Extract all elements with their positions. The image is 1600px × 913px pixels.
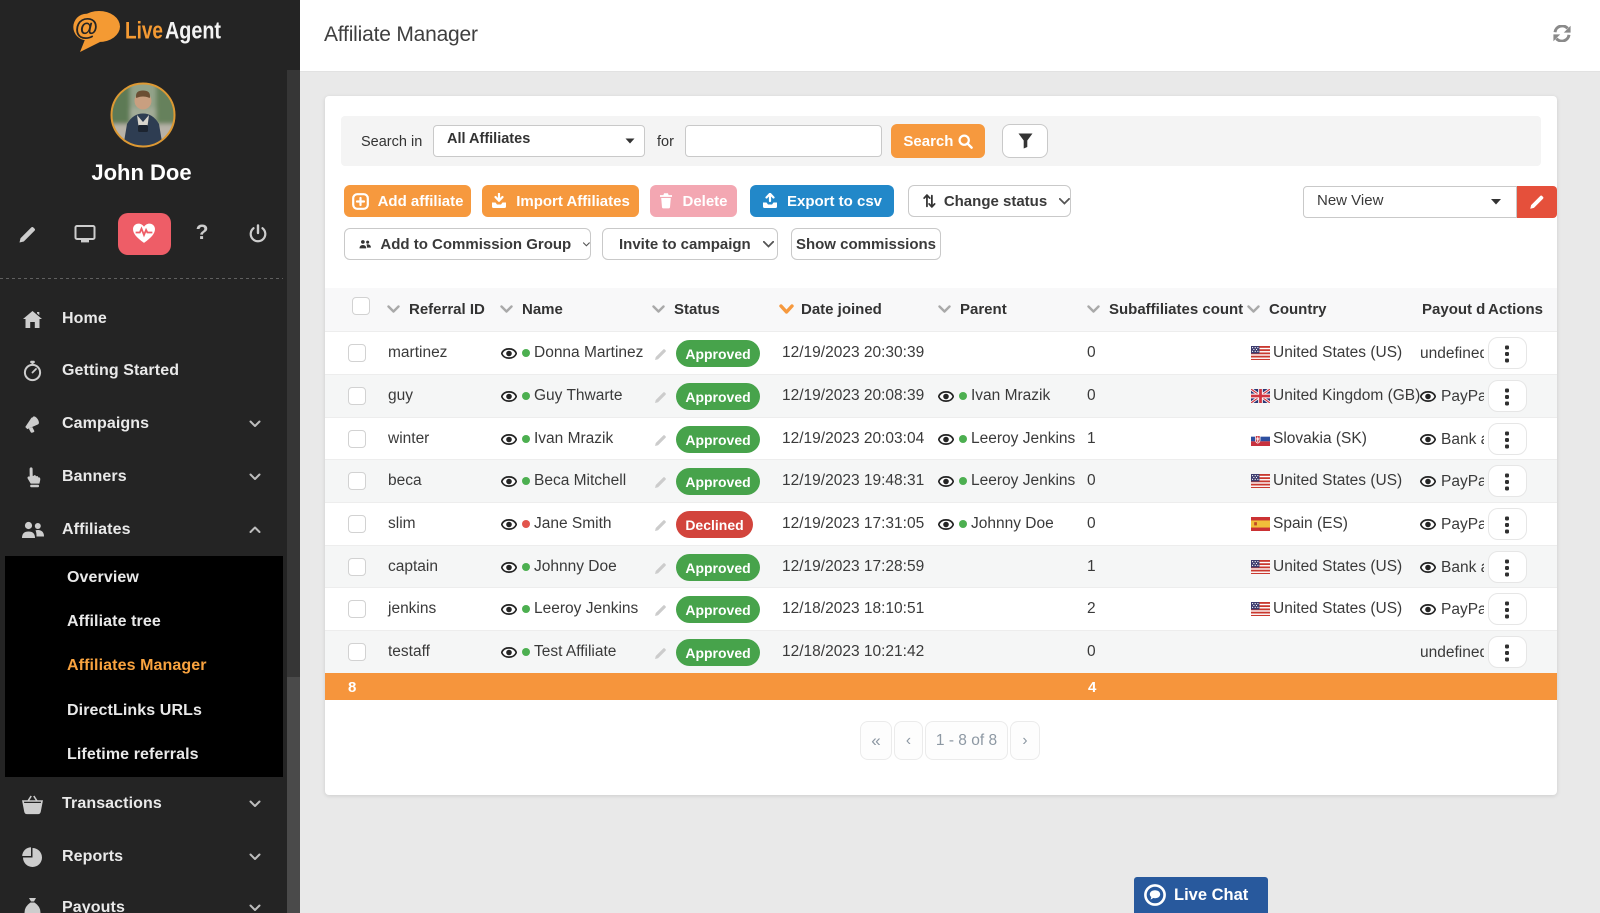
svg-text:@: @ xyxy=(75,15,98,42)
svg-text:Live: Live xyxy=(125,18,163,45)
svg-text:Agent: Agent xyxy=(165,18,221,45)
